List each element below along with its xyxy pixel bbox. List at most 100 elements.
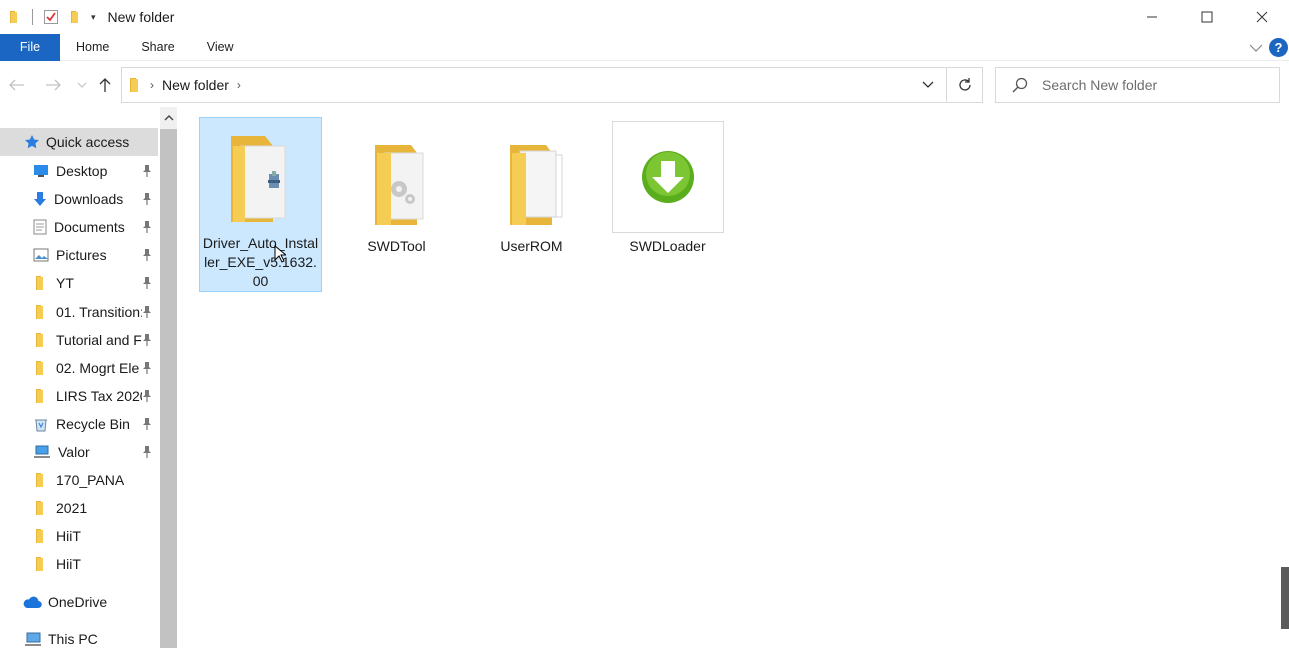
folder-with-installer-icon [205,122,317,230]
mouse-cursor-icon [274,245,286,263]
sidebar-item-01-transition[interactable]: 01. Transition: [0,298,158,326]
ribbon-right: ? [1249,34,1289,61]
file-name: SWDLoader [629,238,706,254]
search-box[interactable] [995,67,1280,103]
sidebar-item-label: 2021 [56,500,88,517]
sidebar-item-label: 02. Mogrt Ele [56,359,140,376]
arrow-right-icon [46,79,61,91]
star-icon [24,134,40,150]
sidebar-item-yt[interactable]: YT [0,269,158,297]
address-dropdown-button[interactable] [914,68,942,102]
search-icon [1012,77,1028,93]
breadcrumb-separator[interactable]: › [150,78,154,92]
pin-icon [140,445,154,459]
sidebar-item-lirs-tax-2020[interactable]: LIRS Tax 2020 [0,382,158,410]
network-drive-icon [33,445,51,459]
properties-check-icon[interactable] [43,9,59,25]
tab-share[interactable]: Share [125,34,190,61]
navigation-pane: Quick access Desktop Downloads Documents Pi… [0,107,160,648]
refresh-button[interactable] [946,68,982,102]
sidebar-item-downloads[interactable]: Downloads [0,185,158,213]
sidebar-item-pictures[interactable]: Pictures [0,241,158,269]
file-name: UserROM [500,238,563,254]
forward-button[interactable] [42,74,64,96]
expand-ribbon-button[interactable] [1249,43,1263,53]
sidebar-item-valor[interactable]: Valor [0,438,158,466]
folder-with-pages-icon [476,121,588,233]
chevron-up-icon [164,115,173,121]
up-button[interactable] [94,74,116,96]
tab-file[interactable]: File [0,33,60,61]
minimize-button[interactable] [1124,0,1179,34]
sidebar-item-label: HiiT [56,528,81,545]
breadcrumb-separator[interactable]: › [237,78,241,92]
sidebar-item-desktop[interactable]: Desktop [0,157,158,185]
sidebar-item-label: Documents [54,219,125,236]
folder-icon [34,528,46,544]
sidebar-item-this-pc[interactable]: This PC [0,625,158,648]
desktop-icon [33,164,49,178]
navigation-pane-scrollbar[interactable] [160,107,177,648]
chevron-down-icon [77,82,87,88]
close-button[interactable] [1234,0,1289,34]
recycle-bin-icon [33,416,49,432]
sidebar-item-label: YT [56,275,74,292]
file-item-userrom[interactable]: UserROM [470,117,593,292]
sidebar-item-hiit[interactable]: HiiT [0,550,158,578]
sidebar-item-label: HiiT [56,556,81,573]
close-icon [1256,11,1267,23]
search-input[interactable] [1042,77,1272,93]
sidebar-item-onedrive[interactable]: OneDrive [0,588,158,616]
cloud-icon [22,595,42,609]
pin-icon [140,276,154,290]
recent-locations-button[interactable] [71,74,93,96]
scroll-up-button[interactable] [160,107,177,129]
sidebar-item-label: This PC [48,631,98,647]
pin-icon [140,389,154,403]
computer-icon [24,631,42,647]
sidebar-item-label: Quick access [46,134,130,150]
tab-home[interactable]: Home [60,34,125,61]
pictures-icon [33,248,49,262]
window-title: New folder [107,9,175,25]
tab-view[interactable]: View [191,34,250,61]
window-controls [1124,0,1289,34]
breadcrumb-new-folder[interactable]: New folder [162,77,229,93]
title-bar: ▾ New folder [0,0,1289,34]
folder-icon [34,275,46,291]
file-item-swdtool[interactable]: SWDTool [335,117,458,292]
sidebar-item-02-mogrt-ele[interactable]: 02. Mogrt Ele [0,354,158,382]
pin-icon [140,417,154,431]
arrow-up-icon [99,78,111,92]
quick-access-toolbar: ▾ New folder [0,0,174,34]
pin-icon [140,305,154,319]
folder-icon [34,500,46,516]
sidebar-item-170-pana[interactable]: 170_PANA [0,466,158,494]
back-button[interactable] [6,74,28,96]
application-download-icon [611,121,724,233]
maximize-icon [1201,11,1212,23]
sidebar-item-2021[interactable]: 2021 [0,494,158,522]
folder-icon [34,332,46,348]
pin-icon [140,248,154,262]
file-name: SWDTool [367,238,426,254]
sidebar-item-tutorial-and-f[interactable]: Tutorial and F [0,326,158,354]
address-bar[interactable]: › New folder › [121,67,983,103]
folder-icon [34,360,46,376]
scroll-thumb[interactable] [160,129,177,648]
chevron-down-icon [922,81,934,88]
sidebar-item-documents[interactable]: Documents [0,213,158,241]
maximize-button[interactable] [1179,0,1234,34]
help-icon[interactable]: ? [1269,38,1288,57]
sidebar-item-quick-access[interactable]: Quick access [0,128,158,156]
ribbon-tabs: File Home Share View ? [0,33,1289,61]
file-item-driver-auto-installer[interactable]: Driver_Auto_Installer_EXE_v5.1632.00 [199,117,322,292]
sidebar-item-recycle-bin[interactable]: Recycle Bin [0,410,158,438]
customize-toolbar-dropdown[interactable]: ▾ [91,12,96,23]
new-folder-icon[interactable] [67,9,83,25]
sidebar-item-label: Tutorial and F [56,331,142,348]
minimize-icon [1146,16,1157,18]
file-item-swdloader[interactable]: SWDLoader [606,117,729,292]
sidebar-item-label: Pictures [56,247,107,264]
sidebar-item-hiit[interactable]: HiiT [0,522,158,550]
